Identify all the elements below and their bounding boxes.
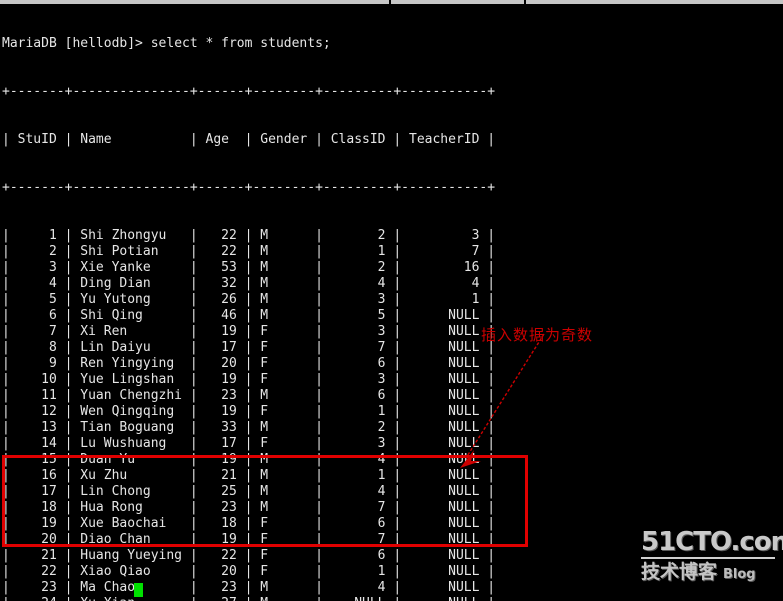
table-row: | 7 | Xi Ren | 19 | F | 3 | NULL | xyxy=(2,324,496,339)
table-row: | 9 | Ren Yingying | 20 | F | 6 | NULL | xyxy=(2,356,496,371)
table-row: | 8 | Lin Daiyu | 17 | F | 7 | NULL | xyxy=(2,340,496,355)
table-row: | 10 | Yue Lingshan | 19 | F | 3 | NULL … xyxy=(2,372,496,387)
terminal-cursor xyxy=(134,583,143,597)
watermark-subtitle: 技术博客 xyxy=(641,561,718,583)
table-border-top: +-------+---------------+------+--------… xyxy=(2,84,496,99)
watermark: 51CTO.com 技术博客 Blog xyxy=(641,527,783,586)
table-header-row: | StuID | Name | Age | Gender | ClassID … xyxy=(2,132,496,147)
sql-command: select * from students; xyxy=(150,36,331,51)
table-row: | 6 | Shi Qing | 46 | M | 5 | NULL | xyxy=(2,308,496,323)
watermark-sub-row: 技术博客 Blog xyxy=(641,561,781,583)
terminal-output[interactable]: MariaDB [hellodb]> select * from student… xyxy=(0,4,783,601)
table-row: | 13 | Tian Boguang | 33 | M | 2 | NULL … xyxy=(2,420,496,435)
terminal-screenshot: MariaDB [hellodb]> select * from student… xyxy=(0,0,783,601)
table-row: | 12 | Wen Qingqing | 19 | F | 1 | NULL … xyxy=(2,404,496,419)
shell-prompt: MariaDB [hellodb]> xyxy=(2,36,151,51)
table-row: | 3 | Xie Yanke | 53 | M | 2 | 16 | xyxy=(2,260,496,275)
watermark-rule xyxy=(641,557,775,559)
table-row: | 17 | Lin Chong | 25 | M | 4 | NULL | xyxy=(2,484,496,499)
table-row: | 2 | Shi Potian | 22 | M | 1 | 7 | xyxy=(2,244,496,259)
table-row: | 24 | Xu Xian | 27 | M | NULL | NULL | xyxy=(0,596,783,601)
annotation-label: 插入数据为奇数 xyxy=(481,326,594,344)
table-border-header: +-------+---------------+------+--------… xyxy=(2,180,496,195)
table-row: | 18 | Hua Rong | 23 | M | 7 | NULL | xyxy=(2,500,496,515)
table-row: | 1 | Shi Zhongyu | 22 | M | 2 | 3 | xyxy=(2,228,496,243)
watermark-site: 51CTO.com xyxy=(641,527,783,557)
table-row: | 11 | Yuan Chengzhi | 23 | M | 6 | NULL… xyxy=(2,388,496,403)
table-row: | 5 | Yu Yutong | 26 | M | 3 | 1 | xyxy=(2,292,496,307)
table-row: | 15 | Duan Yu | 19 | M | 4 | NULL | xyxy=(2,452,496,467)
command-line: MariaDB [hellodb]> select * from student… xyxy=(0,36,783,52)
table-row: | 14 | Lu Wushuang | 17 | F | 3 | NULL | xyxy=(2,436,496,451)
watermark-blog-label: Blog xyxy=(723,567,756,582)
table-row: | 4 | Ding Dian | 32 | M | 4 | 4 | xyxy=(2,276,496,291)
table-row: | 16 | Xu Zhu | 21 | M | 1 | NULL | xyxy=(2,468,496,483)
